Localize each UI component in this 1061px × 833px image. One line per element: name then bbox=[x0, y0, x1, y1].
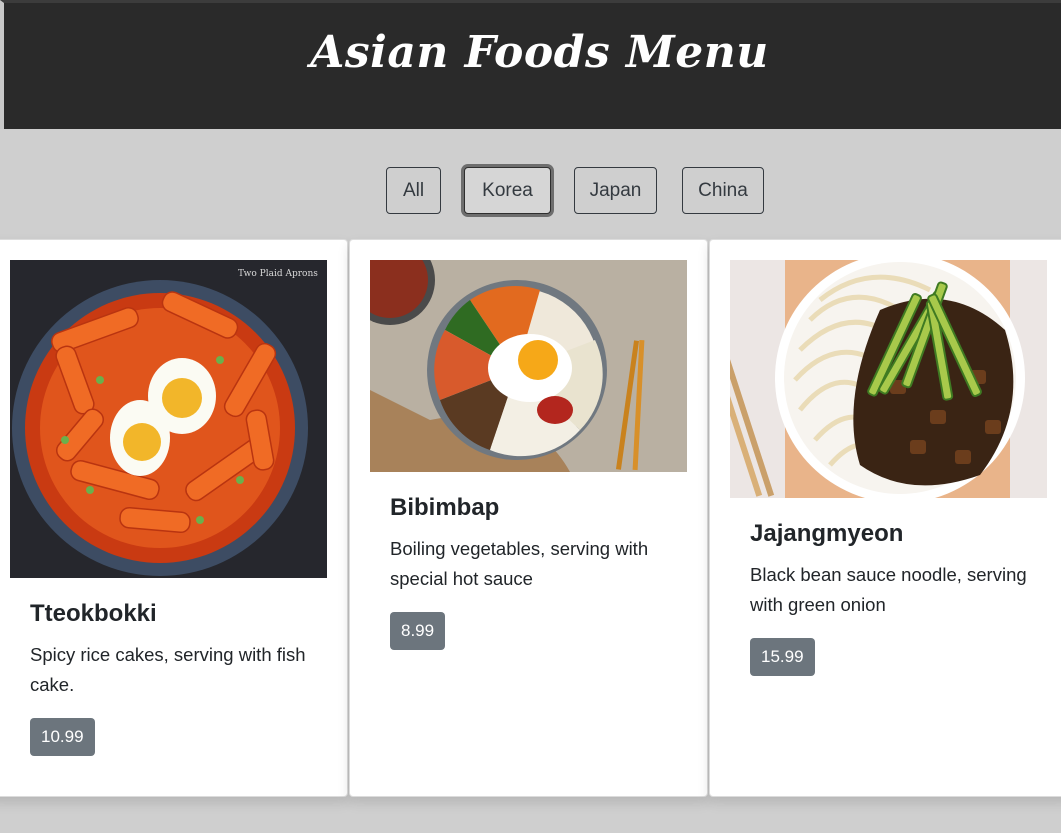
filter-bar: All Korea Japan China bbox=[0, 167, 1061, 214]
filter-all-button[interactable]: All bbox=[386, 167, 441, 214]
page-header: Asian Foods Menu bbox=[0, 0, 1061, 129]
tteokbokki-image: Two Plaid Aprons bbox=[10, 260, 327, 578]
price-badge: 15.99 bbox=[750, 638, 815, 676]
card-description: Black bean sauce noodle, serving with gr… bbox=[750, 564, 1027, 615]
card-description: Boiling vegetables, serving with special… bbox=[390, 538, 649, 589]
menu-card-tteokbokki[interactable]: Two Plaid Aprons Tteokbokki Spicy rice c… bbox=[0, 239, 348, 797]
card-title: Jajangmyeon bbox=[750, 520, 904, 547]
jajangmyeon-image bbox=[730, 260, 1047, 498]
image-watermark: Two Plaid Aprons bbox=[238, 269, 318, 279]
price-badge: 10.99 bbox=[30, 718, 95, 756]
card-title: Tteokbokki bbox=[30, 600, 157, 627]
card-title: Bibimbap bbox=[390, 494, 500, 521]
menu-card-bibimbap[interactable]: Bibimbap Boiling vegetables, serving wit… bbox=[349, 239, 708, 797]
filter-korea-button[interactable]: Korea bbox=[464, 167, 551, 214]
menu-card-jajangmyeon[interactable]: Jajangmyeon Black bean sauce noodle, ser… bbox=[709, 239, 1061, 797]
page: Asian Foods Menu All Korea Japan China T… bbox=[0, 0, 1061, 833]
price-badge: 8.99 bbox=[390, 612, 446, 650]
filter-japan-button[interactable]: Japan bbox=[574, 167, 657, 214]
filter-china-button[interactable]: China bbox=[682, 167, 764, 214]
card-description: Spicy rice cakes, serving with fish cake… bbox=[30, 644, 306, 695]
bibimbap-image bbox=[370, 260, 687, 472]
page-title: Asian Foods Menu bbox=[310, 27, 769, 78]
